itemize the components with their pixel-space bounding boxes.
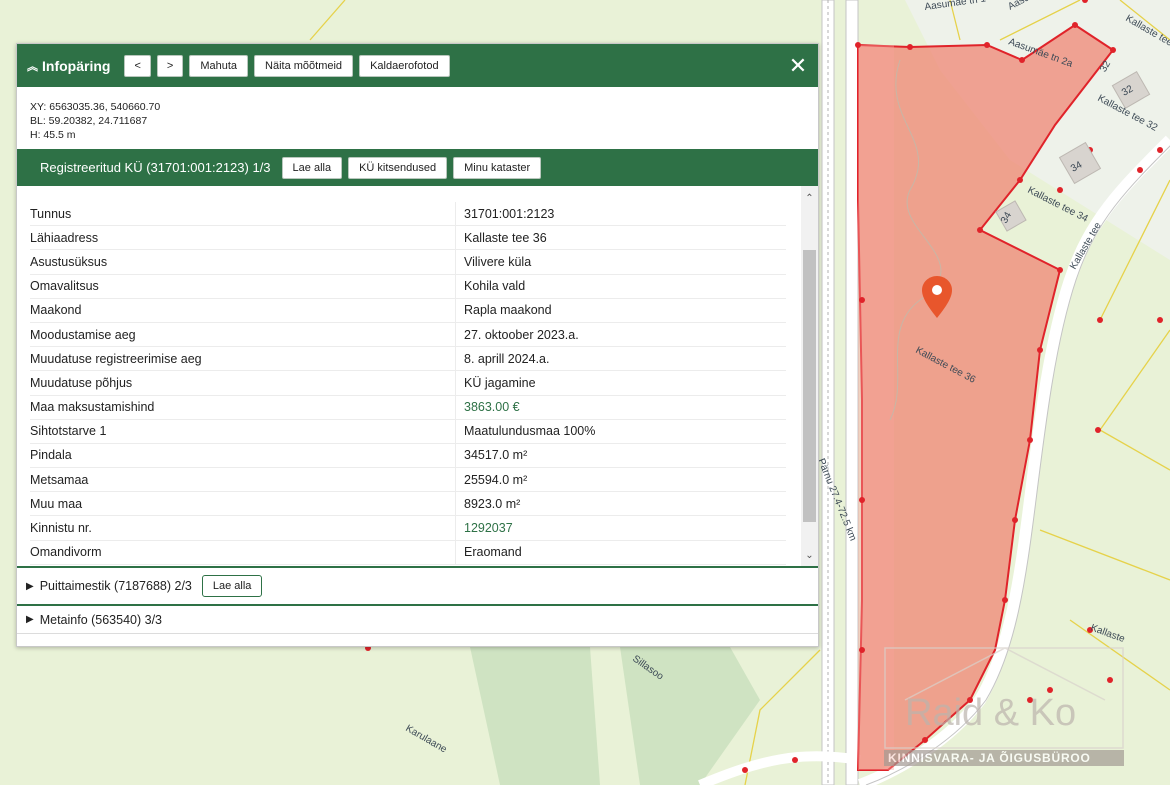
row-key: Omandivorm [30, 545, 102, 560]
row-value: 25594.0 m² [455, 468, 786, 492]
scroll-down-icon[interactable]: ⌄ [801, 547, 818, 564]
row-key: Muudatuse põhjus [30, 375, 133, 390]
expand-triangle-icon[interactable]: ▶ [26, 581, 34, 592]
row-value: Rapla maakond [455, 298, 786, 322]
show-measurements-button[interactable]: Näita mõõtmeid [254, 54, 354, 77]
row-value: 8923.0 m² [455, 492, 786, 516]
row-key: Metsamaa [30, 472, 89, 487]
panel-title-label: Infopäring [42, 57, 111, 74]
coordinates-block: XY: 6563035.36, 540660.70 BL: 59.20382, … [17, 87, 818, 149]
panel-title[interactable]: ︽ Infopäring [27, 58, 110, 74]
register-section-header: Registreeritud KÜ (31701:001:2123) 1/3 L… [17, 149, 818, 186]
table-row: Metsamaa 25594.0 m² [30, 468, 786, 493]
table-row: Sihtotstarve 1 Maatulundusmaa 100% [30, 419, 786, 444]
table-row: Maa maksustamishind 3863.00 € [30, 395, 786, 420]
panel-header: ︽ Infopäring < > Mahuta Näita mõõtmeid K… [17, 44, 818, 87]
row-value: Maatulundusmaa 100% [455, 419, 786, 443]
table-row: Muudatuse põhjus KÜ jagamine [30, 371, 786, 396]
register-title: Registreeritud KÜ (31701:001:2123) 1/3 [40, 160, 271, 175]
scroll-thumb[interactable] [803, 250, 816, 522]
section-metainfo[interactable]: ▶ Metainfo (563540) 3/3 [17, 604, 818, 634]
aerial-photos-button[interactable]: Kaldaerofotod [359, 54, 450, 77]
parcel-strip [858, 45, 894, 770]
row-value: 27. oktoober 2023.a. [455, 322, 786, 347]
download-button[interactable]: Lae alla [201, 575, 263, 597]
row-value: 31701:001:2123 [455, 202, 786, 226]
row-value: Eraomand [455, 540, 786, 564]
row-key: Asustusüksus [30, 254, 108, 269]
row-key: Maa maksustamishind [30, 400, 155, 415]
row-value: KÜ jagamine [455, 371, 786, 395]
my-cadastre-button[interactable]: Minu kataster [453, 156, 542, 179]
table-row: Omandivorm Eraomand [30, 540, 786, 565]
row-value: Vilivere küla [455, 250, 786, 274]
section-title[interactable]: Puittaimestik (7187688) 2/3 [40, 579, 192, 593]
table-row: Moodustamise aeg 27. oktoober 2023.a. [30, 322, 786, 348]
registry-number-link[interactable]: 1292037 [455, 516, 786, 540]
row-key: Muudatuse registreerimise aeg [30, 351, 202, 366]
row-key: Moodustamise aeg [30, 327, 136, 342]
table-row: Muudatuse registreerimise aeg 8. aprill 2… [30, 347, 786, 372]
table-row: Pindala 34517.0 m² [30, 443, 786, 469]
row-key: Kinnistu nr. [30, 521, 92, 536]
row-value: Kallaste tee 36 [455, 226, 786, 250]
table-row: Lähiaadress Kallaste tee 36 [30, 226, 786, 251]
row-key: Omavalitsus [30, 279, 99, 294]
scrollbar[interactable]: ⌃ ⌄ [801, 186, 818, 566]
row-key: Lähiaadress [30, 230, 99, 245]
row-key: Sihtotstarve 1 [30, 424, 107, 439]
row-key: Tunnus [30, 206, 72, 221]
table-row: Maakond Rapla maakond [30, 298, 786, 323]
row-key: Muu maa [30, 496, 83, 511]
restrictions-button[interactable]: KÜ kitsendused [348, 156, 448, 179]
close-icon[interactable]: ✕ [786, 54, 810, 77]
attribute-table[interactable]: Tunnus 31701:001:2123 Lähiaadress Kallaste… [17, 186, 818, 566]
section-title[interactable]: Metainfo (563540) 3/3 [40, 613, 162, 627]
table-row: Kinnistu nr. 1292037 [30, 516, 786, 541]
table-row: Asustusüksus Vilivere küla [30, 250, 786, 275]
coords-bl: BL: 59.20382, 24.711687 [30, 115, 148, 127]
info-panel: ︽ Infopäring < > Mahuta Näita mõõtmeid K… [16, 43, 819, 647]
coords-xy: XY: 6563035.36, 540660.70 [30, 101, 161, 113]
scroll-up-icon[interactable]: ⌃ [801, 190, 818, 207]
attribute-rows: Tunnus 31701:001:2123 Lähiaadress Kallaste… [30, 202, 786, 565]
download-button[interactable]: Lae alla [281, 156, 343, 179]
row-value: 34517.0 m² [455, 443, 786, 468]
tax-value-link[interactable]: 3863.00 € [455, 395, 786, 419]
fit-button[interactable]: Mahuta [189, 54, 249, 77]
row-value: 8. aprill 2024.a. [455, 347, 786, 371]
coords-height: H: 45.5 m [30, 129, 76, 141]
expand-triangle-icon[interactable]: ▶ [26, 614, 34, 625]
chevron-up-icon[interactable]: ︽ [27, 58, 38, 74]
table-row: Tunnus 31701:001:2123 [30, 202, 786, 227]
table-row: Muu maa 8923.0 m² [30, 492, 786, 517]
svg-text:KINNISVARA- JA ÕIGUSBÜROO: KINNISVARA- JA ÕIGUSBÜROO [888, 750, 1091, 765]
row-value: Kohila vald [455, 274, 786, 298]
section-puittaimestik[interactable]: ▶ Puittaimestik (7187688) 2/3 Lae alla [17, 566, 818, 604]
row-key: Maakond [30, 303, 82, 318]
next-button[interactable]: > [156, 54, 184, 77]
svg-text:Raid & Ko: Raid & Ko [905, 692, 1076, 734]
prev-button[interactable]: < [124, 54, 151, 77]
table-row: Omavalitsus Kohila vald [30, 274, 786, 299]
row-key: Pindala [30, 448, 72, 463]
